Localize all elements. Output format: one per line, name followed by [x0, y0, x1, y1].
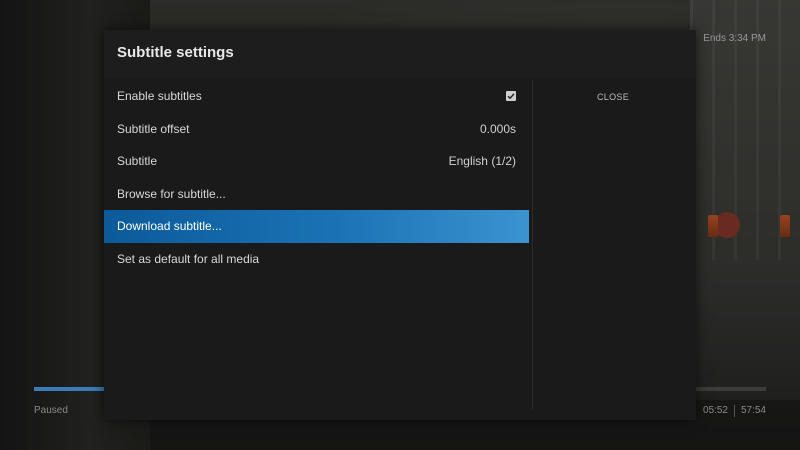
setting-download-subtitle[interactable]: Download subtitle... — [104, 210, 529, 243]
setting-label: Set as default for all media — [117, 251, 260, 266]
time-divider — [733, 405, 735, 417]
setting-label: Subtitle — [117, 154, 158, 169]
setting-value: 0.000s — [479, 121, 516, 136]
setting-set-default[interactable]: Set as default for all media — [104, 243, 529, 276]
setting-value: English (1/2) — [448, 154, 516, 169]
playback-status: Paused — [34, 405, 68, 416]
setting-subtitle-stream[interactable]: Subtitle English (1/2) — [104, 145, 529, 178]
setting-label: Browse for subtitle... — [117, 186, 226, 201]
dialog-body: Enable subtitles Subtitle offset 0.000s … — [104, 78, 696, 420]
total-time: 57:54 — [740, 405, 766, 416]
subtitle-settings-dialog: Subtitle settings Enable subtitles Subti… — [104, 30, 696, 420]
time-readout: 05:52 57:54 — [703, 405, 766, 417]
setting-enable-subtitles[interactable]: Enable subtitles — [104, 80, 529, 113]
setting-label: Download subtitle... — [117, 219, 222, 234]
elapsed-time: 05:52 — [702, 405, 728, 416]
checkmark-icon — [507, 93, 515, 100]
dialog-divider — [532, 80, 533, 410]
setting-subtitle-offset[interactable]: Subtitle offset 0.000s — [104, 113, 529, 146]
checkbox-icon[interactable] — [506, 91, 516, 102]
settings-list: Enable subtitles Subtitle offset 0.000s … — [104, 80, 529, 275]
dialog-title: Subtitle settings — [117, 44, 234, 61]
setting-browse-subtitle[interactable]: Browse for subtitle... — [104, 178, 529, 211]
setting-label: Enable subtitles — [117, 89, 202, 104]
ends-time-label: Ends 3:34 PM — [703, 33, 766, 44]
seek-bar-fill — [34, 387, 108, 391]
video-player: Ends 3:34 PM Paused 05:52 57:54 Subtitle… — [0, 0, 800, 450]
close-button[interactable]: CLOSE — [578, 88, 648, 106]
setting-label: Subtitle offset — [117, 121, 190, 136]
